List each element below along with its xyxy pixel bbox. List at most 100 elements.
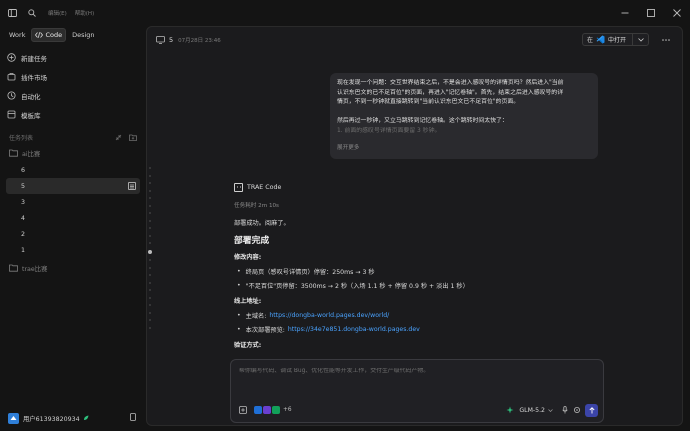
arrow-up-icon (588, 406, 595, 413)
context-chips[interactable]: +6 (254, 406, 292, 414)
task-item-3[interactable]: 3 (6, 194, 140, 210)
minimize-icon[interactable] (612, 0, 638, 26)
timeline-dot[interactable] (149, 242, 151, 244)
timeline-dot[interactable] (149, 182, 151, 184)
timeline-dot[interactable] (149, 266, 151, 269)
code-icon (35, 32, 44, 38)
conversation-timeline (148, 167, 154, 334)
task-item-2[interactable]: 2 (6, 226, 140, 242)
settings-sliders-icon[interactable] (572, 405, 582, 415)
nav-automation[interactable]: 自动化 (6, 86, 138, 105)
maximize-icon[interactable] (638, 0, 664, 26)
task-list-header: 任务列表 (9, 132, 137, 142)
agent-header: TRAE Code (234, 182, 604, 193)
context-chip-icon (263, 406, 271, 414)
task-item-label: 3 (21, 198, 26, 206)
phone-icon[interactable] (130, 413, 136, 423)
help-menu[interactable]: 帮助(H) (75, 9, 94, 17)
timeline-dot[interactable] (149, 281, 151, 284)
preview-link[interactable]: https://34e7e851.dongba-world.pages.dev (288, 326, 420, 333)
sidebar: Work Code Design 新建任务 插件市场 自动化 模板库 任务列表 … (0, 26, 145, 431)
more-options-icon[interactable] (659, 33, 672, 46)
timeline-dot[interactable] (149, 167, 151, 169)
timeline-dot[interactable] (149, 259, 151, 261)
task-item-label: 2 (21, 230, 26, 238)
preview-label: 本次部署预览: (245, 326, 285, 334)
microphone-icon[interactable] (560, 405, 570, 415)
chat-input[interactable] (239, 368, 579, 374)
edit-menu[interactable]: 编辑(E) (48, 9, 67, 17)
model-selector[interactable]: GLM-5.2 (519, 407, 553, 414)
context-more-count: +6 (283, 407, 292, 413)
new-folder-icon[interactable] (129, 134, 137, 141)
open-in-vscode-button[interactable]: 在 中打开 (581, 33, 649, 46)
task-group-ai[interactable]: ai比赛 (9, 147, 137, 159)
timeline-dot[interactable] (149, 326, 151, 329)
timeline-dot[interactable] (149, 274, 151, 276)
sidebar-toggle-icon[interactable] (6, 7, 18, 19)
timeline-dot[interactable] (149, 227, 151, 229)
timeline-dot[interactable] (149, 174, 151, 177)
tab-design[interactable]: Design (69, 28, 97, 42)
timeline-dot[interactable] (149, 319, 151, 321)
timeline-dot[interactable] (149, 189, 151, 192)
preview-item: 本次部署预览: https://34e7e851.dongba-world.pa… (234, 324, 604, 334)
search-icon[interactable] (26, 7, 38, 19)
timeline-dot[interactable] (149, 311, 151, 314)
user-message-line: 然后再过一秒钟，又立马跳转到记忆卷轴。这个跳转时间太快了： (337, 118, 508, 125)
task-title: 5 07月28日 23:46 (155, 35, 221, 45)
task-item-1[interactable]: 1 (6, 242, 140, 258)
main-panel: 5 07月28日 23:46 在 中打开 现在发现一个问题：交互世界结束之后，不… (146, 26, 683, 426)
tab-work[interactable]: Work (6, 28, 28, 42)
main-domain-link[interactable]: https://dongba-world.pages.dev/world/ (269, 312, 389, 319)
new-task-icon (6, 53, 16, 63)
nav-plugin-market[interactable]: 插件市场 (6, 67, 138, 86)
changes-title: 修改内容: (234, 254, 262, 261)
main-domain-label: 主域名: (245, 312, 267, 320)
agent-text: 部署成功。阅麻了。 (234, 220, 290, 227)
nav-list: 新建任务 插件市场 自动化 模板库 (6, 48, 138, 124)
status-leaf-icon (83, 415, 89, 420)
send-button[interactable] (585, 403, 598, 417)
template-library-icon (6, 110, 16, 120)
close-icon[interactable] (664, 0, 690, 26)
task-group-ai-label: ai比赛 (22, 150, 41, 158)
context-chip-icon (254, 406, 262, 414)
collapse-all-icon[interactable] (115, 134, 122, 141)
agent-heading: 部署完成 (234, 236, 270, 246)
timeline-dot[interactable] (149, 212, 151, 214)
task-number: 5 (169, 36, 174, 44)
task-item-6[interactable]: 6 (6, 162, 140, 178)
attach-icon[interactable] (238, 405, 248, 415)
nav-new-task[interactable]: 新建任务 (6, 48, 138, 67)
nav-template-library-label: 模板库 (21, 111, 41, 120)
verify-title: 验证方式: (234, 342, 262, 349)
task-item-label: 6 (21, 166, 26, 174)
timeline-dot[interactable] (149, 204, 151, 207)
task-item-label: 1 (21, 246, 26, 254)
user-bar[interactable]: 用户61393820934 (8, 412, 136, 424)
agent-response: TRAE Code 任务耗时 2m 10s 部署成功。阅麻了。 部署完成 修改内… (234, 182, 604, 349)
task-group-trae[interactable]: trae比赛 (9, 262, 137, 274)
chevron-down-icon[interactable] (632, 33, 644, 46)
task-terminal-icon (128, 182, 136, 190)
timeline-dot[interactable] (149, 234, 151, 237)
timeline-dot[interactable] (149, 289, 151, 291)
folder-open-icon (9, 149, 18, 158)
nav-new-task-label: 新建任务 (21, 54, 47, 63)
timeline-dot[interactable] (149, 304, 151, 306)
user-message: 现在发现一个问题：交互世界结束之后，不是会进入感叹号的详情页吗？然后进入"当前 … (330, 73, 598, 159)
timeline-dot[interactable] (149, 219, 151, 222)
tab-code[interactable]: Code (31, 28, 67, 42)
open-in-prefix: 在 (586, 37, 593, 44)
task-item-4[interactable]: 4 (6, 210, 140, 226)
expand-more-link[interactable]: 展开更多 (337, 144, 359, 154)
sparkle-icon[interactable] (505, 405, 515, 415)
model-name: GLM-5.2 (519, 406, 545, 414)
timeline-dot[interactable] (149, 296, 151, 299)
timeline-dot-active[interactable] (148, 249, 152, 254)
timeline-dot[interactable] (149, 197, 151, 199)
task-item-5[interactable]: 5 (6, 178, 140, 194)
user-message-line: 情页，不到一秒钟就直接跳转到"当前认识东巴文已不足百位"的页面。 (337, 99, 520, 106)
nav-template-library[interactable]: 模板库 (6, 105, 138, 124)
